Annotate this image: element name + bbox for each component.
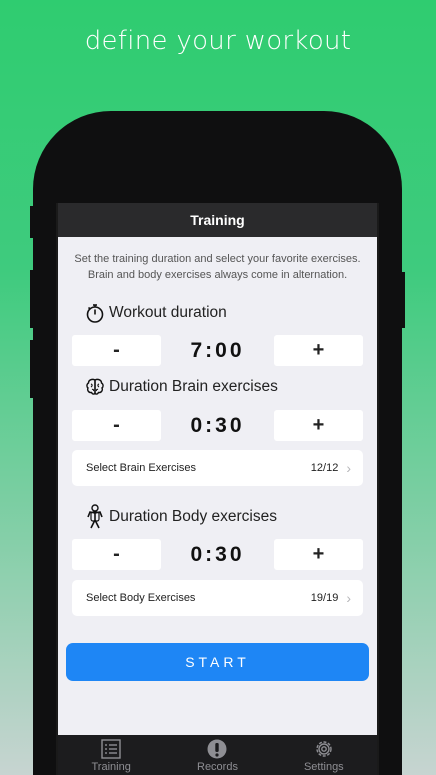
body-plus-button[interactable]: + <box>274 539 363 570</box>
workout-plus-button[interactable]: + <box>274 335 363 366</box>
body-duration-value: 0:30 <box>190 542 245 566</box>
select-body-exercises-row[interactable]: Select Body Exercises 19/19 › <box>72 580 363 616</box>
select-brain-exercises-row[interactable]: Select Brain Exercises 12/12 › <box>72 450 363 486</box>
tab-records[interactable]: Records <box>177 735 257 775</box>
chevron-right-icon: › <box>346 460 351 476</box>
brain-duration-title: Duration Brain exercises <box>84 376 377 398</box>
workout-duration-label: Workout duration <box>109 304 227 321</box>
list-icon <box>101 739 121 759</box>
phone-side-button <box>30 340 34 398</box>
body-minus-button[interactable]: - <box>72 539 161 570</box>
app-screen: Training Set the training duration and s… <box>56 203 379 775</box>
brain-duration-label: Duration Brain exercises <box>109 378 278 395</box>
stopwatch-icon <box>86 304 104 323</box>
workout-duration-stepper: - 7:00 + <box>72 335 363 366</box>
workout-duration-value: 7:00 <box>190 338 245 362</box>
nav-bar: Training <box>58 203 377 237</box>
phone-side-button <box>30 270 34 328</box>
select-body-exercises-label: Select Body Exercises <box>86 592 196 604</box>
brain-duration-value: 0:30 <box>190 413 245 437</box>
intro-text: Set the training duration and select you… <box>74 253 361 281</box>
tab-settings-label: Settings <box>303 761 344 773</box>
tab-training-label: Training <box>91 761 131 773</box>
body-duration-stepper: - 0:30 + <box>72 539 363 570</box>
nav-title: Training <box>190 212 245 228</box>
body-icon <box>87 504 103 529</box>
tab-settings[interactable]: Settings <box>284 735 364 775</box>
workout-minus-button[interactable]: - <box>72 335 161 366</box>
brain-minus-button[interactable]: - <box>72 410 161 441</box>
brain-plus-button[interactable]: + <box>274 410 363 441</box>
tab-records-label: Records <box>197 761 238 773</box>
promo-headline: define your workout <box>84 26 352 56</box>
tab-training[interactable]: Training <box>71 735 151 775</box>
workout-duration-title: Workout duration <box>84 302 377 324</box>
start-button[interactable]: START <box>66 643 369 681</box>
tab-bar: Training Records Settings <box>58 735 377 775</box>
brain-duration-stepper: - 0:30 + <box>72 410 363 441</box>
phone-side-button <box>401 272 405 328</box>
info-icon <box>207 739 227 759</box>
chevron-right-icon: › <box>346 590 351 606</box>
select-brain-exercises-label: Select Brain Exercises <box>86 462 197 474</box>
brain-exercises-count: 12/12 <box>310 462 339 474</box>
gear-icon <box>316 741 332 757</box>
brain-icon <box>86 378 104 395</box>
phone-side-button <box>30 206 34 238</box>
body-duration-title: Duration Body exercises <box>84 504 377 530</box>
body-exercises-count: 19/19 <box>310 592 339 604</box>
body-duration-label: Duration Body exercises <box>109 508 277 525</box>
